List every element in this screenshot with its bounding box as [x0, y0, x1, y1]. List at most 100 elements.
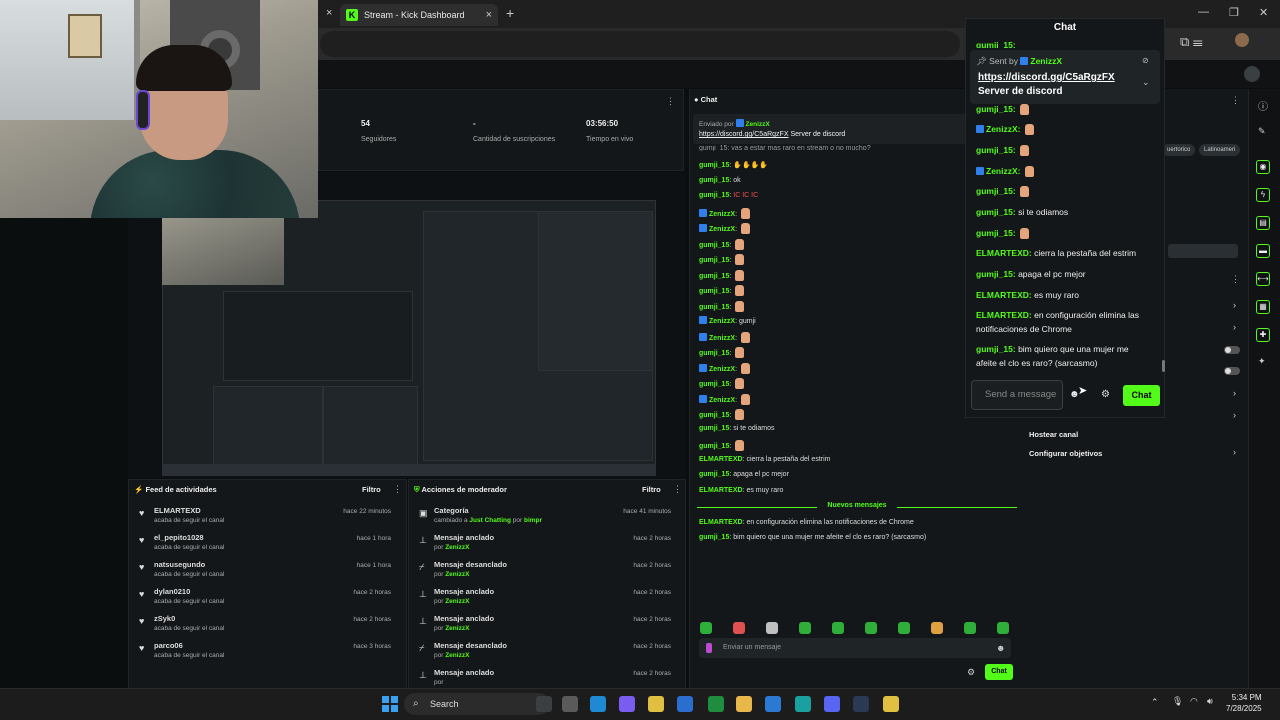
popout-chat-message[interactable]: gumji_15:: [976, 186, 1030, 197]
mic-icon[interactable]: [706, 643, 712, 653]
settings-menu-icon-2[interactable]: ⋮: [1231, 274, 1240, 285]
chat-username[interactable]: ZenizzX: [986, 124, 1018, 134]
folder-icon[interactable]: [736, 696, 752, 712]
popout-chat-message[interactable]: ELMARTEXD: cierra la pestaña del estrim: [976, 248, 1136, 258]
popout-chat-message[interactable]: gumji_15:: [976, 228, 1030, 239]
tab-kick-dashboard[interactable]: K Stream - Kick Dashboard ×: [340, 4, 498, 26]
chat-username[interactable]: gumji_15: [976, 269, 1013, 279]
chat-message[interactable]: gumji_15:: [699, 409, 745, 420]
chat-message[interactable]: gumji_15:: [699, 239, 745, 250]
activity-filter-button[interactable]: Filtro: [362, 485, 381, 494]
info-icon[interactable]: ⓘ: [1258, 98, 1268, 113]
tag-chip-1[interactable]: uertorico: [1162, 144, 1196, 156]
emote-shortcut-button[interactable]: [865, 622, 877, 634]
user-avatar[interactable]: [1244, 66, 1260, 82]
emoji-icon[interactable]: ☻: [996, 643, 1005, 653]
close-window-button[interactable]: ✕: [1259, 6, 1268, 19]
emote-shortcut-button[interactable]: [997, 622, 1009, 634]
chat-username[interactable]: gumji_15: [976, 207, 1013, 217]
chat-message[interactable]: ZenizzX: gumji: [699, 316, 756, 325]
chat-username[interactable]: gumji_15: [699, 304, 729, 311]
activity-feed-item[interactable]: ♥ zSyk0 acaba de seguir el canal hace 2 hor…: [129, 614, 399, 640]
mod-action-by[interactable]: ZenizzX: [445, 544, 469, 551]
emote-shortcut-button[interactable]: [964, 622, 976, 634]
chat-message[interactable]: ZenizzX:: [699, 363, 750, 374]
profile-avatar[interactable]: [1235, 33, 1249, 47]
configure-goals-setting[interactable]: Configurar objetivos: [1029, 449, 1102, 458]
mod-action-by[interactable]: bimpr: [524, 517, 542, 524]
chat-username[interactable]: gumji_15: [976, 145, 1013, 155]
new-tab-button[interactable]: +: [506, 5, 514, 21]
chat-message[interactable]: gumji_15:: [699, 378, 745, 389]
wifi-icon[interactable]: ◠: [1190, 696, 1198, 707]
chat-username[interactable]: ZenizzX: [986, 166, 1018, 176]
rail-button-1[interactable]: ◉: [1256, 160, 1270, 174]
chat-username[interactable]: gumji_15: [699, 162, 729, 169]
chat-message[interactable]: gumji_15:: [699, 270, 745, 281]
chat-message[interactable]: ZenizzX:: [699, 332, 750, 343]
chat-message[interactable]: ELMARTEXD: es muy raro: [699, 487, 783, 494]
popout-chat-message[interactable]: gumji_15: si te odiamos: [976, 207, 1068, 217]
chat-message[interactable]: ELMARTEXD: cierra la pestaña del estrim: [699, 456, 831, 463]
mod-filter-button[interactable]: Filtro: [642, 485, 661, 494]
activity-feed-item[interactable]: ♥ parco06 acaba de seguir el canal hace 3 h…: [129, 641, 399, 667]
chat-username[interactable]: gumji_15: [699, 242, 729, 249]
activity-feed-item[interactable]: ♥ natsusegundo acaba de seguir el canal hac…: [129, 560, 399, 586]
popout-pinned-link[interactable]: https://discord.gg/C5aRgzFX: [978, 72, 1115, 83]
mod-action-by[interactable]: ZenizzX: [445, 652, 469, 659]
taskbar-search[interactable]: Search: [404, 693, 550, 715]
rail-extra-icon[interactable]: ✦: [1258, 356, 1266, 367]
popout-chat-message[interactable]: gumji_15:: [976, 104, 1030, 115]
chat-message[interactable]: gumji_15: ok: [699, 177, 741, 184]
edge-icon[interactable]: [590, 696, 606, 712]
chat-message[interactable]: gumji_15:: [699, 347, 745, 358]
chrome-icon[interactable]: [648, 696, 664, 712]
tag-chip-2[interactable]: Latinoameri: [1199, 144, 1241, 156]
emote-shortcut-button[interactable]: [733, 622, 745, 634]
app-icon[interactable]: [795, 696, 811, 712]
pinned-link[interactable]: https://discord.gg/C5aRgzFX: [699, 131, 789, 138]
dash-chat-send-button[interactable]: Chat: [985, 664, 1013, 680]
chevron-down-icon[interactable]: ⌄: [1142, 77, 1150, 88]
emote-shortcut-button[interactable]: [766, 622, 778, 634]
chat-username[interactable]: gumji_15: [976, 104, 1013, 114]
chat-username[interactable]: gumji_15: [699, 192, 729, 199]
mod-action-target[interactable]: Just Chatting: [469, 517, 511, 524]
emote-shortcut-button[interactable]: [931, 622, 943, 634]
chat-username[interactable]: ELMARTEXD: [699, 519, 743, 526]
host-channel-setting[interactable]: Hostear canal: [1029, 430, 1078, 439]
windows-start-icon[interactable]: [382, 696, 398, 712]
chat-username[interactable]: gumji_15: [699, 381, 729, 388]
chat-message[interactable]: gumji_15: IC IC IC: [699, 192, 758, 199]
xbox-icon[interactable]: [708, 696, 724, 712]
chevron-right-icon[interactable]: ›: [1233, 410, 1236, 420]
chat-message[interactable]: gumji_15: apaga el pc mejor: [699, 471, 789, 478]
chat-message[interactable]: ZenizzX:: [699, 223, 750, 234]
chat-message[interactable]: gumji_15:: [699, 254, 745, 265]
chat-username[interactable]: ELMARTEXD: [699, 456, 743, 463]
chat-username[interactable]: gumji_15: [699, 350, 729, 357]
emote-shortcut-button[interactable]: [898, 622, 910, 634]
rail-lightning-icon[interactable]: ϟ: [1256, 188, 1270, 202]
chat-message-new[interactable]: ELMARTEXD: en configuración elimina las …: [699, 519, 914, 526]
popout-chat-message[interactable]: ELMARTEXD: es muy raro: [976, 290, 1079, 300]
mic-tray-icon[interactable]: 🎙︎: [1172, 696, 1183, 707]
emote-shortcut-button[interactable]: [700, 622, 712, 634]
rail-doc-icon[interactable]: ▤: [1256, 216, 1270, 230]
extensions-icon[interactable]: ⧉ ☰: [1180, 34, 1203, 50]
taskbar-clock[interactable]: 5:34 PM 7/28/2025: [1226, 692, 1262, 714]
popout-chat-message[interactable]: ZenizzX:: [976, 124, 1034, 135]
emote-shortcut-button[interactable]: [832, 622, 844, 634]
chat-username[interactable]: gumji_15: [699, 425, 729, 432]
mod-menu-icon[interactable]: ⋮: [673, 484, 682, 495]
rail-link-icon[interactable]: ⟷: [1256, 272, 1270, 286]
rail-layout-icon[interactable]: ▦: [1256, 300, 1270, 314]
chat-username[interactable]: gumji_15: [699, 443, 729, 450]
minimize-button[interactable]: —: [1198, 6, 1209, 18]
activity-feed-item[interactable]: ♥ dylan0210 acaba de seguir el canal hace 2…: [129, 587, 399, 613]
chat-username[interactable]: gumji_15: [699, 257, 729, 264]
chat-username[interactable]: ZenizzX: [709, 366, 735, 373]
mod-action-by[interactable]: ZenizzX: [445, 571, 469, 578]
chat-username[interactable]: gumji_15: [976, 186, 1013, 196]
mod-action-item[interactable]: ⌿ Mensaje desanclado por ZenizzX hace 2 hor…: [409, 641, 679, 667]
